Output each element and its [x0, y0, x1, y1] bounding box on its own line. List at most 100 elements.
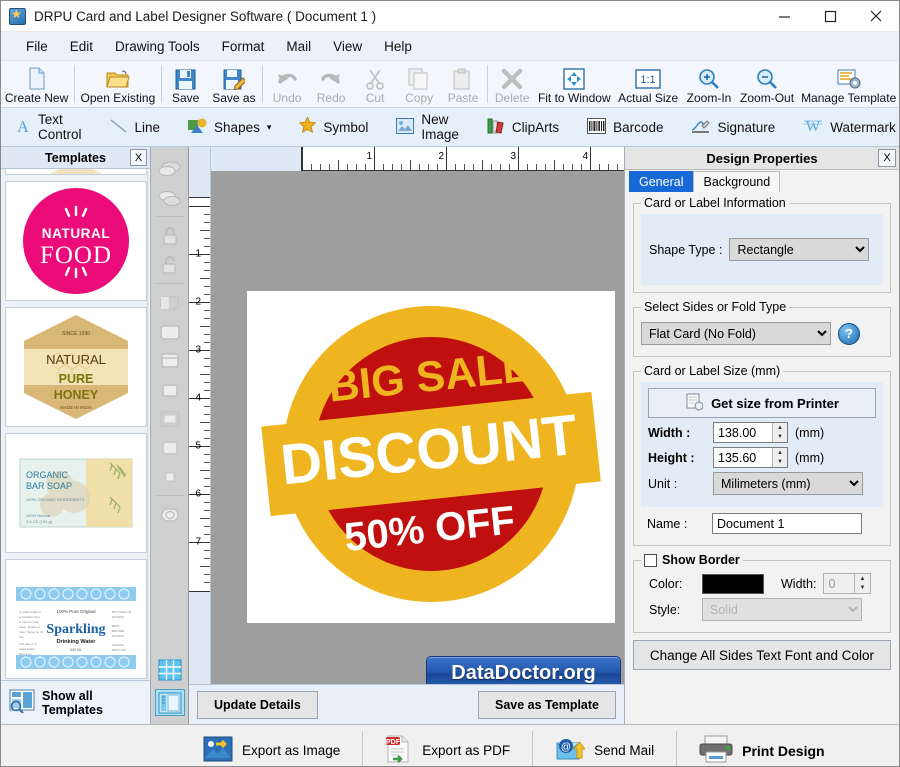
scrollbar-thumb[interactable]: [150, 472, 151, 514]
menu-drawing-tools[interactable]: Drawing Tools: [104, 36, 211, 57]
toolbar-create-new[interactable]: Create New: [1, 61, 72, 107]
stepper-down-icon[interactable]: ▼: [773, 433, 787, 443]
change-font-color-button[interactable]: Change All Sides Text Font and Color: [633, 640, 891, 670]
shape-type-select[interactable]: Rectangle: [729, 238, 869, 261]
card-preview-icon[interactable]: [155, 689, 185, 716]
export-as-pdf-button[interactable]: PDF Export as PDF: [363, 725, 532, 767]
shapes-icon: [188, 118, 207, 137]
tab-background[interactable]: Background: [693, 171, 780, 192]
tool-text-control[interactable]: A Text Control: [1, 108, 96, 147]
tool-signature[interactable]: Signature: [677, 108, 789, 147]
menu-mail[interactable]: Mail: [275, 36, 322, 57]
send-to-back-icon[interactable]: [155, 184, 185, 211]
maximize-button[interactable]: [807, 1, 853, 32]
chevron-down-icon[interactable]: ▾: [267, 122, 272, 133]
toolbar-paste[interactable]: Paste: [441, 61, 485, 107]
tool-symbol[interactable]: Symbol: [285, 108, 382, 147]
list-item[interactable]: SINCE 1990 NATURAL PURE HONEY MADE IN IN…: [5, 307, 147, 427]
width-input[interactable]: [714, 423, 772, 442]
toolbar-save[interactable]: Save: [164, 61, 208, 107]
toolbar-zoom-out[interactable]: Zoom-Out: [736, 61, 798, 107]
toolbar-delete[interactable]: Delete: [490, 61, 534, 107]
ruler-tick: [204, 526, 210, 527]
show-border-checkbox[interactable]: [644, 554, 657, 567]
templates-close-button[interactable]: X: [130, 149, 147, 166]
group-icon[interactable]: [155, 434, 185, 461]
width-stepper-arrows[interactable]: ▲▼: [772, 423, 787, 442]
print-design-button[interactable]: Print Design: [677, 725, 846, 767]
toolbar-manage-template[interactable]: Manage Template: [798, 61, 899, 107]
list-item[interactable]: [5, 169, 147, 175]
align-bottom-icon[interactable]: [155, 376, 185, 403]
toolbar-redo[interactable]: Redo: [309, 61, 353, 107]
list-item[interactable]: 100% Pure Original Sparkling Drinking Wa…: [5, 559, 147, 679]
send-mail-button[interactable]: @ Send Mail: [533, 725, 676, 767]
menu-edit[interactable]: Edit: [59, 36, 104, 57]
tool-new-image[interactable]: New Image: [382, 108, 473, 147]
toolbar-actual-size[interactable]: 1:1 Actual Size: [614, 61, 682, 107]
toolbar-open-existing[interactable]: Open Existing: [77, 61, 159, 107]
name-input[interactable]: [712, 513, 862, 534]
card-page[interactable]: BIG SALE DISCOUNT 50% OFF: [247, 291, 615, 623]
ruler-tick: [200, 374, 210, 375]
toolbar-zoom-in[interactable]: Zoom-In: [682, 61, 736, 107]
lock-icon[interactable]: [155, 222, 185, 249]
border-style-select[interactable]: Solid: [702, 598, 862, 621]
toolbar-copy[interactable]: Copy: [397, 61, 441, 107]
close-button[interactable]: [853, 1, 899, 32]
align-left-icon[interactable]: [155, 289, 185, 316]
update-details-button[interactable]: Update Details: [197, 691, 318, 719]
tool-shapes[interactable]: Shapes ▾: [174, 108, 285, 147]
grid-icon[interactable]: [155, 656, 185, 683]
align-top-icon[interactable]: [155, 347, 185, 374]
align-center-icon[interactable]: [155, 318, 185, 345]
border-width-input[interactable]: [824, 574, 854, 593]
tool-line[interactable]: Line: [96, 108, 175, 147]
properties-close-button[interactable]: X: [878, 149, 896, 167]
menu-format[interactable]: Format: [211, 36, 276, 57]
height-stepper-arrows[interactable]: ▲▼: [772, 448, 787, 467]
unlock-icon[interactable]: [155, 251, 185, 278]
height-stepper[interactable]: ▲▼: [713, 447, 788, 468]
stepper-up-icon[interactable]: ▲: [773, 448, 787, 458]
tool-cliparts[interactable]: ClipArts: [473, 108, 573, 147]
stepper-up-icon[interactable]: ▲: [773, 423, 787, 433]
tool-barcode[interactable]: Barcode: [573, 108, 677, 147]
scroll-up-icon[interactable]: ⌃: [148, 171, 151, 186]
toolbar-save-as[interactable]: Save as: [208, 61, 260, 107]
border-color-swatch[interactable]: [702, 574, 764, 594]
menu-view[interactable]: View: [322, 36, 373, 57]
minimize-button[interactable]: [761, 1, 807, 32]
fold-type-select[interactable]: Flat Card (No Fold): [641, 322, 831, 345]
width-stepper[interactable]: ▲▼: [713, 422, 788, 443]
help-icon[interactable]: ?: [838, 323, 860, 345]
border-width-arrows[interactable]: ▲▼: [854, 574, 869, 593]
list-item[interactable]: ORGANIC BAR SOAP 100% ORGANIC INGREDIENT…: [5, 433, 147, 553]
menu-help[interactable]: Help: [373, 36, 423, 57]
tool-watermark[interactable]: W Watermark: [789, 108, 900, 147]
bring-to-front-icon[interactable]: [155, 155, 185, 182]
properties-body: Card or Label Information Shape Type : R…: [625, 192, 899, 724]
rotate-icon[interactable]: [155, 501, 185, 528]
show-all-templates-button[interactable]: Show all Templates: [1, 680, 150, 724]
save-as-template-button[interactable]: Save as Template: [478, 691, 616, 719]
toolbar-undo[interactable]: Undo: [265, 61, 309, 107]
same-size-icon[interactable]: [155, 405, 185, 432]
design-canvas[interactable]: BIG SALE DISCOUNT 50% OFF DataDoctor.org: [211, 171, 624, 684]
export-as-image-button[interactable]: Export as Image: [181, 725, 362, 767]
stepper-up-icon[interactable]: ▲: [855, 574, 869, 584]
toolbar-fit-to-window[interactable]: Fit to Window: [534, 61, 614, 107]
tab-general[interactable]: General: [629, 171, 693, 192]
border-width-stepper[interactable]: ▲▼: [823, 573, 871, 594]
move-icon[interactable]: [155, 463, 185, 490]
stepper-down-icon[interactable]: ▼: [855, 584, 869, 594]
templates-scrollbar[interactable]: ⌃ ⌄: [147, 171, 150, 680]
ruler-tick: [518, 147, 519, 170]
menu-file[interactable]: File: [15, 36, 59, 57]
height-input[interactable]: [714, 448, 772, 467]
unit-select[interactable]: Milimeters (mm): [713, 472, 863, 495]
list-item[interactable]: NATURAL FOOD: [5, 181, 147, 301]
stepper-down-icon[interactable]: ▼: [773, 458, 787, 468]
toolbar-cut[interactable]: Cut: [353, 61, 397, 107]
get-size-from-printer-button[interactable]: Get size from Printer: [648, 388, 876, 418]
